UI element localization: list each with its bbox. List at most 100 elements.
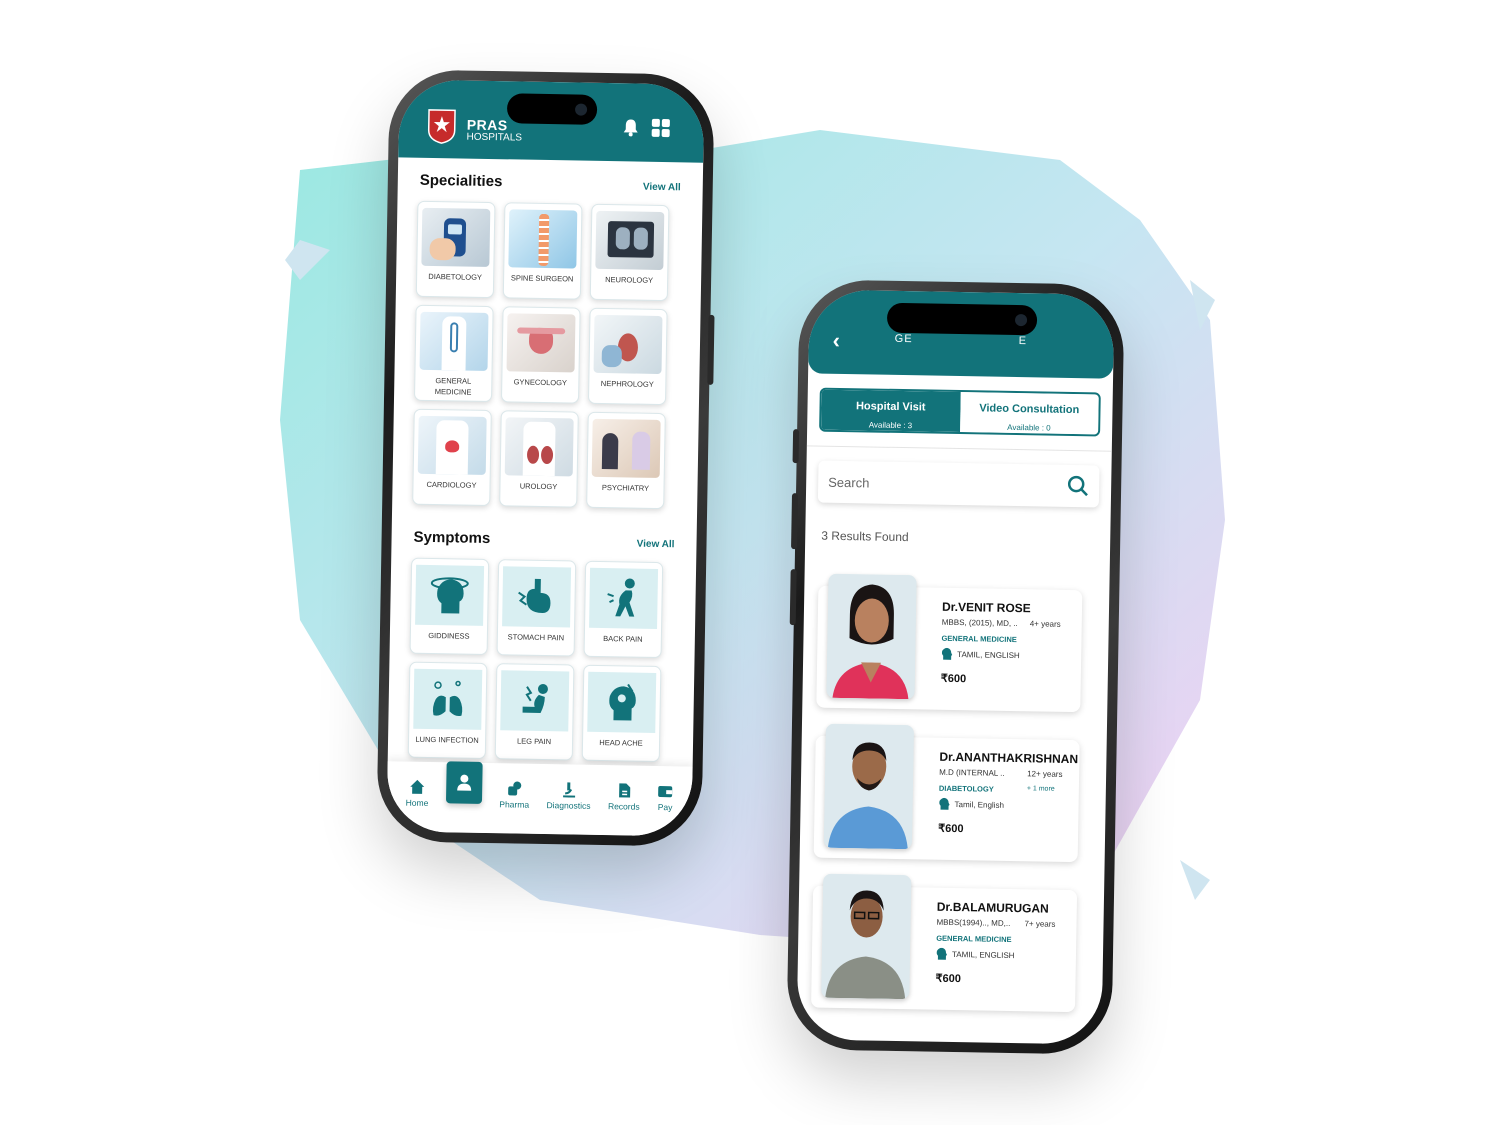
home-screen: PRAS HOSPITALS Specialities View All DIA… — [386, 79, 705, 837]
doctor-qualification: M.D (INTERNAL .. — [939, 767, 1005, 778]
speciality-label: SPINE SURGEON — [510, 273, 574, 284]
doctor-experience: 4+ years — [1029, 619, 1061, 629]
speciality-card-spine-surgeon[interactable]: SPINE SURGEON — [502, 202, 583, 300]
symptom-card-head-ache[interactable]: HEAD ACHE — [581, 664, 662, 763]
symptom-label: GIDDINESS — [428, 630, 470, 641]
doctor-name: Dr.BALAMURUGAN — [936, 899, 1049, 916]
doctor-languages: Tamil, English — [939, 797, 1005, 811]
nav-pharma[interactable]: Pharma — [499, 780, 530, 810]
glucometer-photo — [421, 207, 491, 267]
specialities-title: Specialities — [419, 171, 503, 191]
search-icon[interactable] — [1067, 475, 1089, 497]
symptom-label: BACK PAIN — [603, 634, 643, 644]
showcase-stage: PRAS HOSPITALS Specialities View All DIA… — [0, 0, 1500, 1125]
speciality-label: UROLOGY — [519, 481, 558, 492]
specialities-grid: DIABETOLOGY SPINE SURGEON NEUROLOGY GENE… — [392, 188, 702, 510]
search-placeholder: Search — [828, 474, 870, 490]
visit-type-toggle: Hospital Visit Available : 3 Video Consu… — [819, 387, 1101, 437]
doctor-photo — [419, 311, 489, 371]
doctor-speciality: GENERAL MEDICINE — [941, 633, 1017, 645]
speciality-card-psychiatry[interactable]: PSYCHIATRY — [586, 411, 666, 510]
doctor-name: Dr.VENIT ROSE — [941, 599, 1031, 616]
nav-home[interactable]: Home — [406, 778, 429, 808]
doctor-qualification: MBBS, (2015), MD, .. — [941, 617, 1018, 629]
header-title-right: E — [1018, 335, 1028, 348]
doctor-avatar — [821, 873, 912, 1000]
speciality-label: GENERAL MEDICINE — [434, 376, 472, 397]
speciality-label: PSYCHIATRY — [601, 482, 650, 493]
dynamic-island — [506, 93, 597, 125]
phone-home-screen: PRAS HOSPITALS Specialities View All DIA… — [376, 69, 715, 847]
xray-photo — [595, 210, 665, 271]
speciality-card-gynecology[interactable]: GYNECOLOGY — [500, 306, 581, 404]
speciality-label: CARDIOLOGY — [426, 479, 477, 490]
doctor-speciality: DIABETOLOGY — [938, 783, 994, 794]
back-arrow-icon[interactable]: ‹ — [832, 328, 840, 354]
doctor-card[interactable]: Dr.ANANTHAKRISHNAN M.D (INTERNAL .. 12+ … — [813, 723, 1080, 863]
bell-icon[interactable] — [621, 117, 641, 137]
doctor-name: Dr.ANANTHAKRISHNAN — [939, 749, 1079, 767]
doctor-qualification: MBBS(1994).., MD,.. — [936, 917, 1011, 928]
speciality-card-diabetology[interactable]: DIABETOLOGY — [415, 200, 496, 299]
symptom-card-lung-infection[interactable]: LUNG INFECTION — [407, 661, 488, 760]
header-title-left: GE — [894, 332, 913, 346]
symptom-card-back-pain[interactable]: BACK PAIN — [583, 560, 664, 659]
symptom-card-leg-pain[interactable]: LEG PAIN — [494, 663, 575, 761]
stomach-icon — [502, 566, 572, 628]
doctor-card[interactable]: Dr.VENIT ROSE MBBS, (2015), MD, .. 4+ ye… — [816, 573, 1083, 713]
home-icon — [410, 779, 425, 794]
speciality-card-cardiology[interactable]: CARDIOLOGY — [412, 408, 492, 507]
speciality-card-general-medicine[interactable]: GENERAL MEDICINE — [413, 304, 494, 403]
hospital-logo-icon — [427, 109, 456, 144]
fee-amount: 600 — [947, 672, 967, 686]
microscope-icon — [562, 781, 575, 798]
leg-pain-icon — [500, 670, 570, 732]
lungs-icon — [413, 668, 483, 730]
specialities-view-all-link[interactable]: View All — [643, 182, 681, 194]
heart-photo — [417, 415, 487, 475]
speaking-head-icon — [941, 647, 953, 660]
symptoms-grid: GIDDINESS STOMACH PAIN BACK PAIN LUNG IN… — [388, 545, 697, 763]
kidney-model-photo — [593, 314, 663, 375]
headache-icon — [587, 671, 657, 733]
power-button — [707, 314, 715, 385]
speaking-head-icon — [936, 947, 947, 960]
symptom-card-stomach-pain[interactable]: STOMACH PAIN — [496, 559, 577, 657]
doctor-card[interactable]: Dr.BALAMURUGAN MBBS(1994).., MD,.. 7+ ye… — [811, 873, 1078, 1013]
speciality-label: NEPHROLOGY — [600, 378, 654, 389]
speciality-card-nephrology[interactable]: NEPHROLOGY — [587, 307, 668, 406]
nav-doctor[interactable] — [445, 761, 483, 804]
records-icon — [618, 782, 631, 798]
tab-video-consultation[interactable]: Video Consultation Available : 0 — [959, 392, 1099, 435]
symptom-label: LUNG INFECTION — [415, 734, 479, 745]
fee-amount: 600 — [942, 972, 962, 986]
nav-label: Pharma — [499, 798, 530, 810]
grid-icon[interactable] — [651, 118, 671, 138]
doctor-avatar — [823, 723, 914, 850]
volume-down-button — [789, 569, 797, 626]
symptom-card-giddiness[interactable]: GIDDINESS — [409, 557, 490, 656]
spine-photo — [508, 209, 578, 269]
nav-diagnostics[interactable]: Diagnostics — [546, 781, 591, 811]
search-input[interactable]: Search — [818, 461, 1100, 508]
tab-availability: Available : 0 — [1007, 422, 1051, 433]
kidney-photo — [504, 417, 574, 477]
back-pain-icon — [589, 567, 659, 629]
more-specialities-link[interactable]: + 1 more — [1027, 785, 1055, 792]
language-text: TAMIL, ENGLISH — [957, 649, 1020, 660]
background-splash — [280, 130, 1225, 950]
nav-records[interactable]: Records — [607, 782, 640, 812]
tab-availability: Available : 3 — [868, 420, 913, 431]
doctor-experience: 7+ years — [1024, 919, 1056, 929]
speciality-label: DIABETOLOGY — [428, 271, 483, 282]
pharma-icon — [508, 781, 522, 796]
wallet-icon — [658, 785, 673, 797]
nav-pay[interactable]: Pay — [657, 783, 674, 812]
doctor-fee: ₹600 — [941, 672, 967, 685]
nav-label: Diagnostics — [546, 799, 591, 811]
speciality-card-urology[interactable]: UROLOGY — [499, 410, 579, 508]
tab-hospital-visit[interactable]: Hospital Visit Available : 3 — [821, 389, 961, 433]
symptoms-view-all-link[interactable]: View All — [637, 539, 675, 551]
speciality-card-neurology[interactable]: NEUROLOGY — [589, 203, 670, 302]
nav-label: Records — [607, 800, 640, 812]
